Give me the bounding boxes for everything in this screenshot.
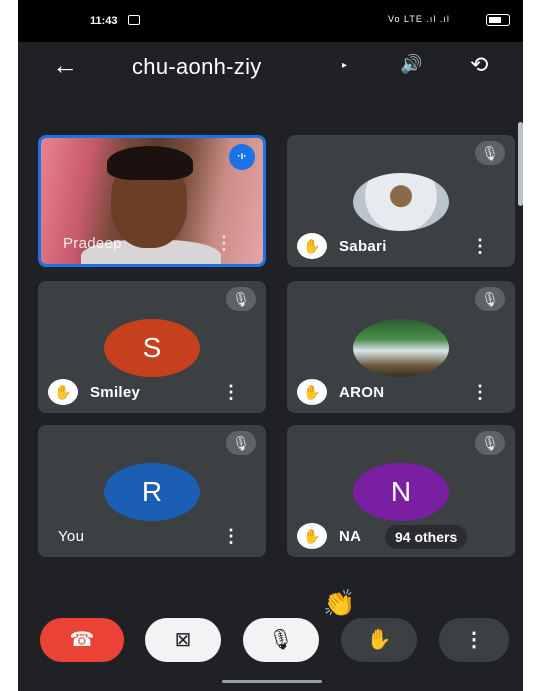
participant-tile-aron[interactable]: 🎙 ✋ ARON ⋮ [287,281,515,413]
status-time: 11:43 [90,15,118,27]
call-header: ← chu-aonh-ziy ▸ 🔊 ⟲ [18,42,523,92]
raised-hand-icon: ✋ [297,233,327,259]
avatar: S [104,319,200,377]
signal-icon: Vo LTE .ıl .ıl [388,14,450,24]
meeting-code[interactable]: chu-aonh-ziy [132,54,262,80]
back-arrow-icon[interactable]: ← [52,50,78,81]
mic-off-icon: 🎙 [475,141,505,165]
raised-hand-icon: ✋ [297,379,327,405]
avatar [353,173,449,231]
avatar [353,319,449,377]
participant-tile-others[interactable]: 🎙 N ✋ NA 94 others [287,425,515,557]
more-button[interactable]: ⋮ [439,618,509,662]
participant-name: You [58,528,85,545]
status-bar: 11:43 Vo LTE .ıl .ıl [18,0,523,42]
meet-screen: 11:43 Vo LTE .ıl .ıl ← chu-aonh-ziy ▸ 🔊 … [18,0,523,691]
raise-hand-button[interactable]: ✋ [341,618,417,662]
participant-tile-pradeep[interactable]: ·ı· Pradeep ⋮ [38,135,266,267]
more-options-icon[interactable]: ⋮ [222,526,240,547]
clap-reaction-icon: 👏 [323,588,356,618]
home-indicator[interactable] [222,680,322,683]
scrollbar[interactable] [518,122,523,206]
participant-tile-sabari[interactable]: 🎙 ✋ Sabari ⋮ [287,135,515,267]
participant-tile-you[interactable]: 🎙 R You ⋮ [38,425,266,557]
speaking-indicator-icon: ·ı· [229,144,255,170]
more-options-icon[interactable]: ⋮ [471,236,489,257]
video-hair [107,146,193,180]
mic-off-icon: 🎙 [226,431,256,455]
more-options-icon[interactable]: ⋮ [471,382,489,403]
battery-icon [486,14,510,26]
camera-toggle-button[interactable]: ⊠ [145,618,221,662]
end-call-button[interactable]: ☎ [40,618,124,662]
switch-camera-icon[interactable]: ⟲ [470,52,488,78]
avatar: R [104,463,200,521]
speaker-icon[interactable]: 🔊 [400,54,422,75]
participant-name: Pradeep [63,235,122,252]
mic-off-icon: 🎙 [475,287,505,311]
others-count-badge[interactable]: 94 others [385,525,468,549]
more-options-icon[interactable]: ⋮ [222,382,240,403]
raised-hand-icon: ✋ [297,523,327,549]
camera-indicator-icon [128,15,140,25]
participant-name: Sabari [339,238,387,255]
participant-tile-smiley[interactable]: 🎙 S ✋ Smiley ⋮ [38,281,266,413]
call-controls: ☎ ⊠ 🎙 ✋ ⋮ [18,618,523,668]
participant-name: NA [339,528,362,545]
caret-right-icon[interactable]: ▸ [342,60,347,71]
participant-name: Smiley [90,384,141,401]
mic-off-icon: 🎙 [475,431,505,455]
mic-toggle-button[interactable]: 🎙 [243,618,319,662]
mic-off-icon: 🎙 [226,287,256,311]
more-options-icon[interactable]: ⋮ [215,233,233,254]
avatar: N [353,463,449,521]
raised-hand-icon: ✋ [48,379,78,405]
participant-name: ARON [339,384,385,401]
